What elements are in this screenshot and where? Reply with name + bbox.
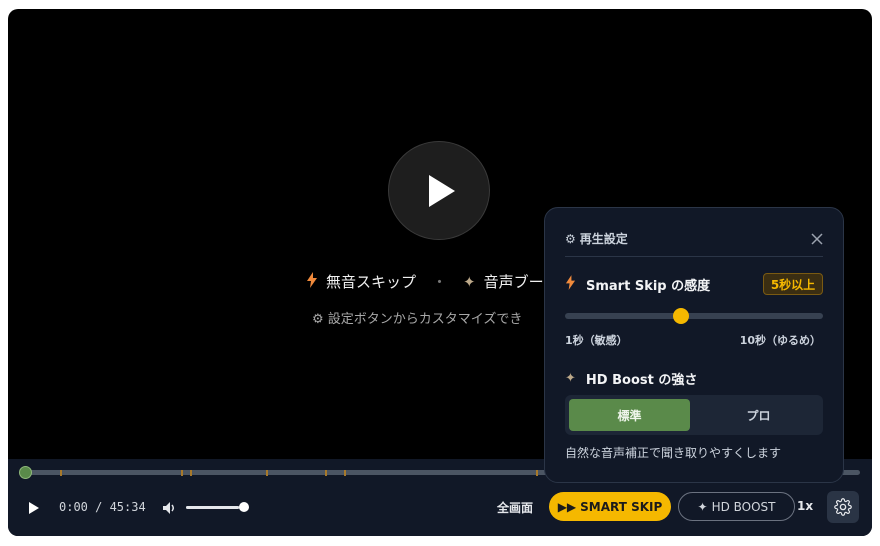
play-icon <box>29 502 39 514</box>
slider-max-label: 10秒（ゆるめ） <box>739 334 821 347</box>
divider <box>565 256 823 257</box>
feature-skip-label: 無音スキップ <box>326 273 417 291</box>
gear-icon <box>834 498 852 516</box>
smart-skip-section-title: Smart Skip の感度 <box>565 275 710 294</box>
smart-skip-title: Smart Skip の感度 <box>586 279 711 294</box>
fast-forward-icon: ▶▶ <box>557 499 577 514</box>
panel-title: 再生設定 <box>579 232 628 246</box>
sensitivity-badge: 5秒以上 <box>763 273 823 295</box>
skip-marker <box>344 470 346 476</box>
feature-summary: 無音スキップ ・ ✦ 音声ブー <box>306 271 544 292</box>
playback-settings-panel: ⚙ 再生設定 Smart Skip の感度 5秒以上 1秒（敏感） 10秒（ゆる… <box>544 207 844 483</box>
skip-marker <box>181 470 183 476</box>
skip-marker <box>266 470 268 476</box>
smart-skip-button[interactable]: ▶▶ SMART SKIP <box>549 492 671 521</box>
timeline-handle[interactable] <box>19 466 32 479</box>
volume-slider[interactable] <box>186 506 244 509</box>
separator: ・ <box>432 273 448 291</box>
play-icon <box>429 174 455 207</box>
hd-boost-section-title: ✦ HD Boost の強さ <box>565 369 697 388</box>
bolt-icon <box>306 271 318 292</box>
bolt-icon <box>565 275 576 294</box>
option-standard[interactable]: 標準 <box>569 399 690 431</box>
gear-icon: ⚙ <box>565 231 576 246</box>
skip-marker <box>536 470 538 476</box>
volume-icon[interactable] <box>162 500 178 516</box>
time-display: 0:00 / 45:34 <box>59 500 146 514</box>
big-play-button[interactable] <box>388 141 490 240</box>
play-button[interactable] <box>28 500 44 516</box>
feature-boost-label: 音声ブー <box>483 273 544 291</box>
sparkle-icon: ✦ <box>697 499 708 514</box>
volume-fill <box>186 506 240 509</box>
playback-speed-button[interactable]: 1x <box>797 499 813 513</box>
settings-button[interactable] <box>827 491 859 523</box>
boost-strength-toggle: 標準 プロ <box>565 395 823 435</box>
hd-boost-title: HD Boost の強さ <box>585 373 698 388</box>
skip-marker <box>190 470 192 476</box>
hd-boost-button[interactable]: ✦ HD BOOST <box>678 492 795 521</box>
settings-hint-text: 設定ボタンからカスタマイズでき <box>327 312 523 327</box>
fullscreen-button[interactable]: 全画面 <box>497 499 533 516</box>
skip-marker <box>60 470 62 476</box>
boost-description: 自然な音声補正で聞き取りやすくします <box>565 446 782 460</box>
sparkle-icon: ✦ <box>565 371 576 386</box>
sensitivity-slider[interactable] <box>565 313 823 319</box>
slider-min-label: 1秒（敏感） <box>565 334 628 347</box>
sparkle-icon: ✦ <box>463 272 476 291</box>
hd-boost-label: HD BOOST <box>711 499 776 514</box>
sensitivity-handle[interactable] <box>673 308 689 324</box>
close-icon <box>811 233 823 245</box>
settings-hint: ⚙ 設定ボタンからカスタマイズでき <box>312 308 522 327</box>
panel-header: ⚙ 再生設定 <box>565 230 628 247</box>
close-button[interactable] <box>811 230 825 245</box>
option-pro[interactable]: プロ <box>698 399 819 431</box>
smart-skip-label: SMART SKIP <box>580 499 663 514</box>
gear-icon: ⚙ <box>312 312 324 327</box>
skip-marker <box>325 470 327 476</box>
volume-handle[interactable] <box>239 502 249 512</box>
